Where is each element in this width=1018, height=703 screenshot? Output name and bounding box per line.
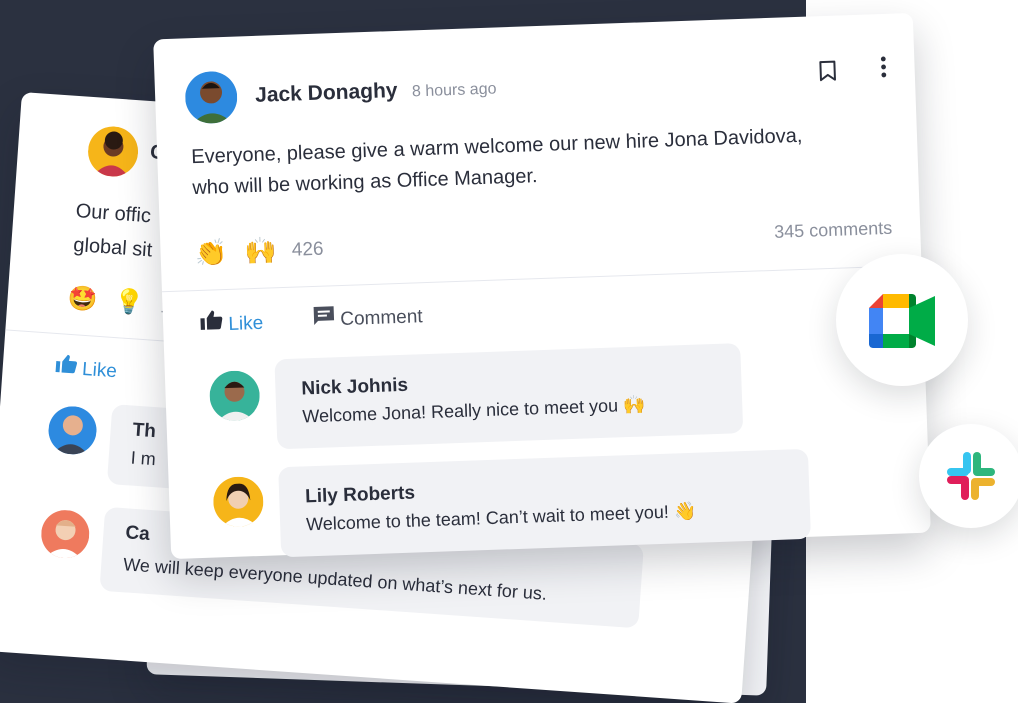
avatar[interactable] xyxy=(212,475,265,528)
comment-bubble: Lily Roberts Welcome to the team! Can’t … xyxy=(278,448,811,558)
slack-app-badge[interactable] xyxy=(919,424,1018,528)
avatar[interactable] xyxy=(39,508,91,560)
light-bulb-icon: 💡 xyxy=(113,286,146,317)
slack-icon xyxy=(945,450,997,507)
post-author[interactable]: Jack Donaghy xyxy=(255,79,398,107)
like-label: Like xyxy=(228,312,264,335)
post-body-line: Our offic xyxy=(75,200,152,228)
avatar[interactable] xyxy=(184,70,239,125)
comment-button[interactable]: Comment xyxy=(313,302,423,332)
post-body: Everyone, please give a warm welcome our… xyxy=(191,121,804,204)
like-button[interactable]: Like xyxy=(54,353,118,383)
front-post-card: Jack Donaghy 8 hours ago Everyone, pleas… xyxy=(153,12,931,560)
comment-icon xyxy=(313,306,341,331)
reactions[interactable]: 🤩 💡 1 xyxy=(67,284,172,320)
like-button[interactable]: Like xyxy=(199,308,264,337)
thumbs-up-icon xyxy=(54,354,83,380)
divider xyxy=(161,264,922,293)
avatar[interactable] xyxy=(208,369,261,422)
google-meet-icon xyxy=(869,294,935,353)
post-header: Jack Donaghy 8 hours ago xyxy=(255,75,497,107)
avatar[interactable] xyxy=(86,124,140,179)
post-body: Our offic global sit xyxy=(72,194,155,267)
raising-hands-icon: 🙌 xyxy=(243,236,278,268)
post-body-line: global sit xyxy=(72,233,153,262)
post-timestamp: 8 hours ago xyxy=(411,80,497,101)
comments-count[interactable]: 345 comments xyxy=(774,218,893,243)
bookmark-icon[interactable] xyxy=(818,60,837,88)
avatar[interactable] xyxy=(46,404,99,456)
star-struck-icon: 🤩 xyxy=(66,283,99,314)
reaction-count: 426 xyxy=(291,238,324,261)
comment-label: Comment xyxy=(339,306,424,331)
like-label: Like xyxy=(81,358,118,383)
comment-bubble: Nick Johnis Welcome Jona! Really nice to… xyxy=(274,343,744,450)
google-meet-app-badge[interactable] xyxy=(836,254,968,386)
thumbs-up-icon xyxy=(199,310,229,336)
reactions[interactable]: 👏 🙌 426 xyxy=(194,234,324,269)
more-options-icon[interactable] xyxy=(880,56,887,83)
clapping-hands-icon: 👏 xyxy=(194,237,228,270)
